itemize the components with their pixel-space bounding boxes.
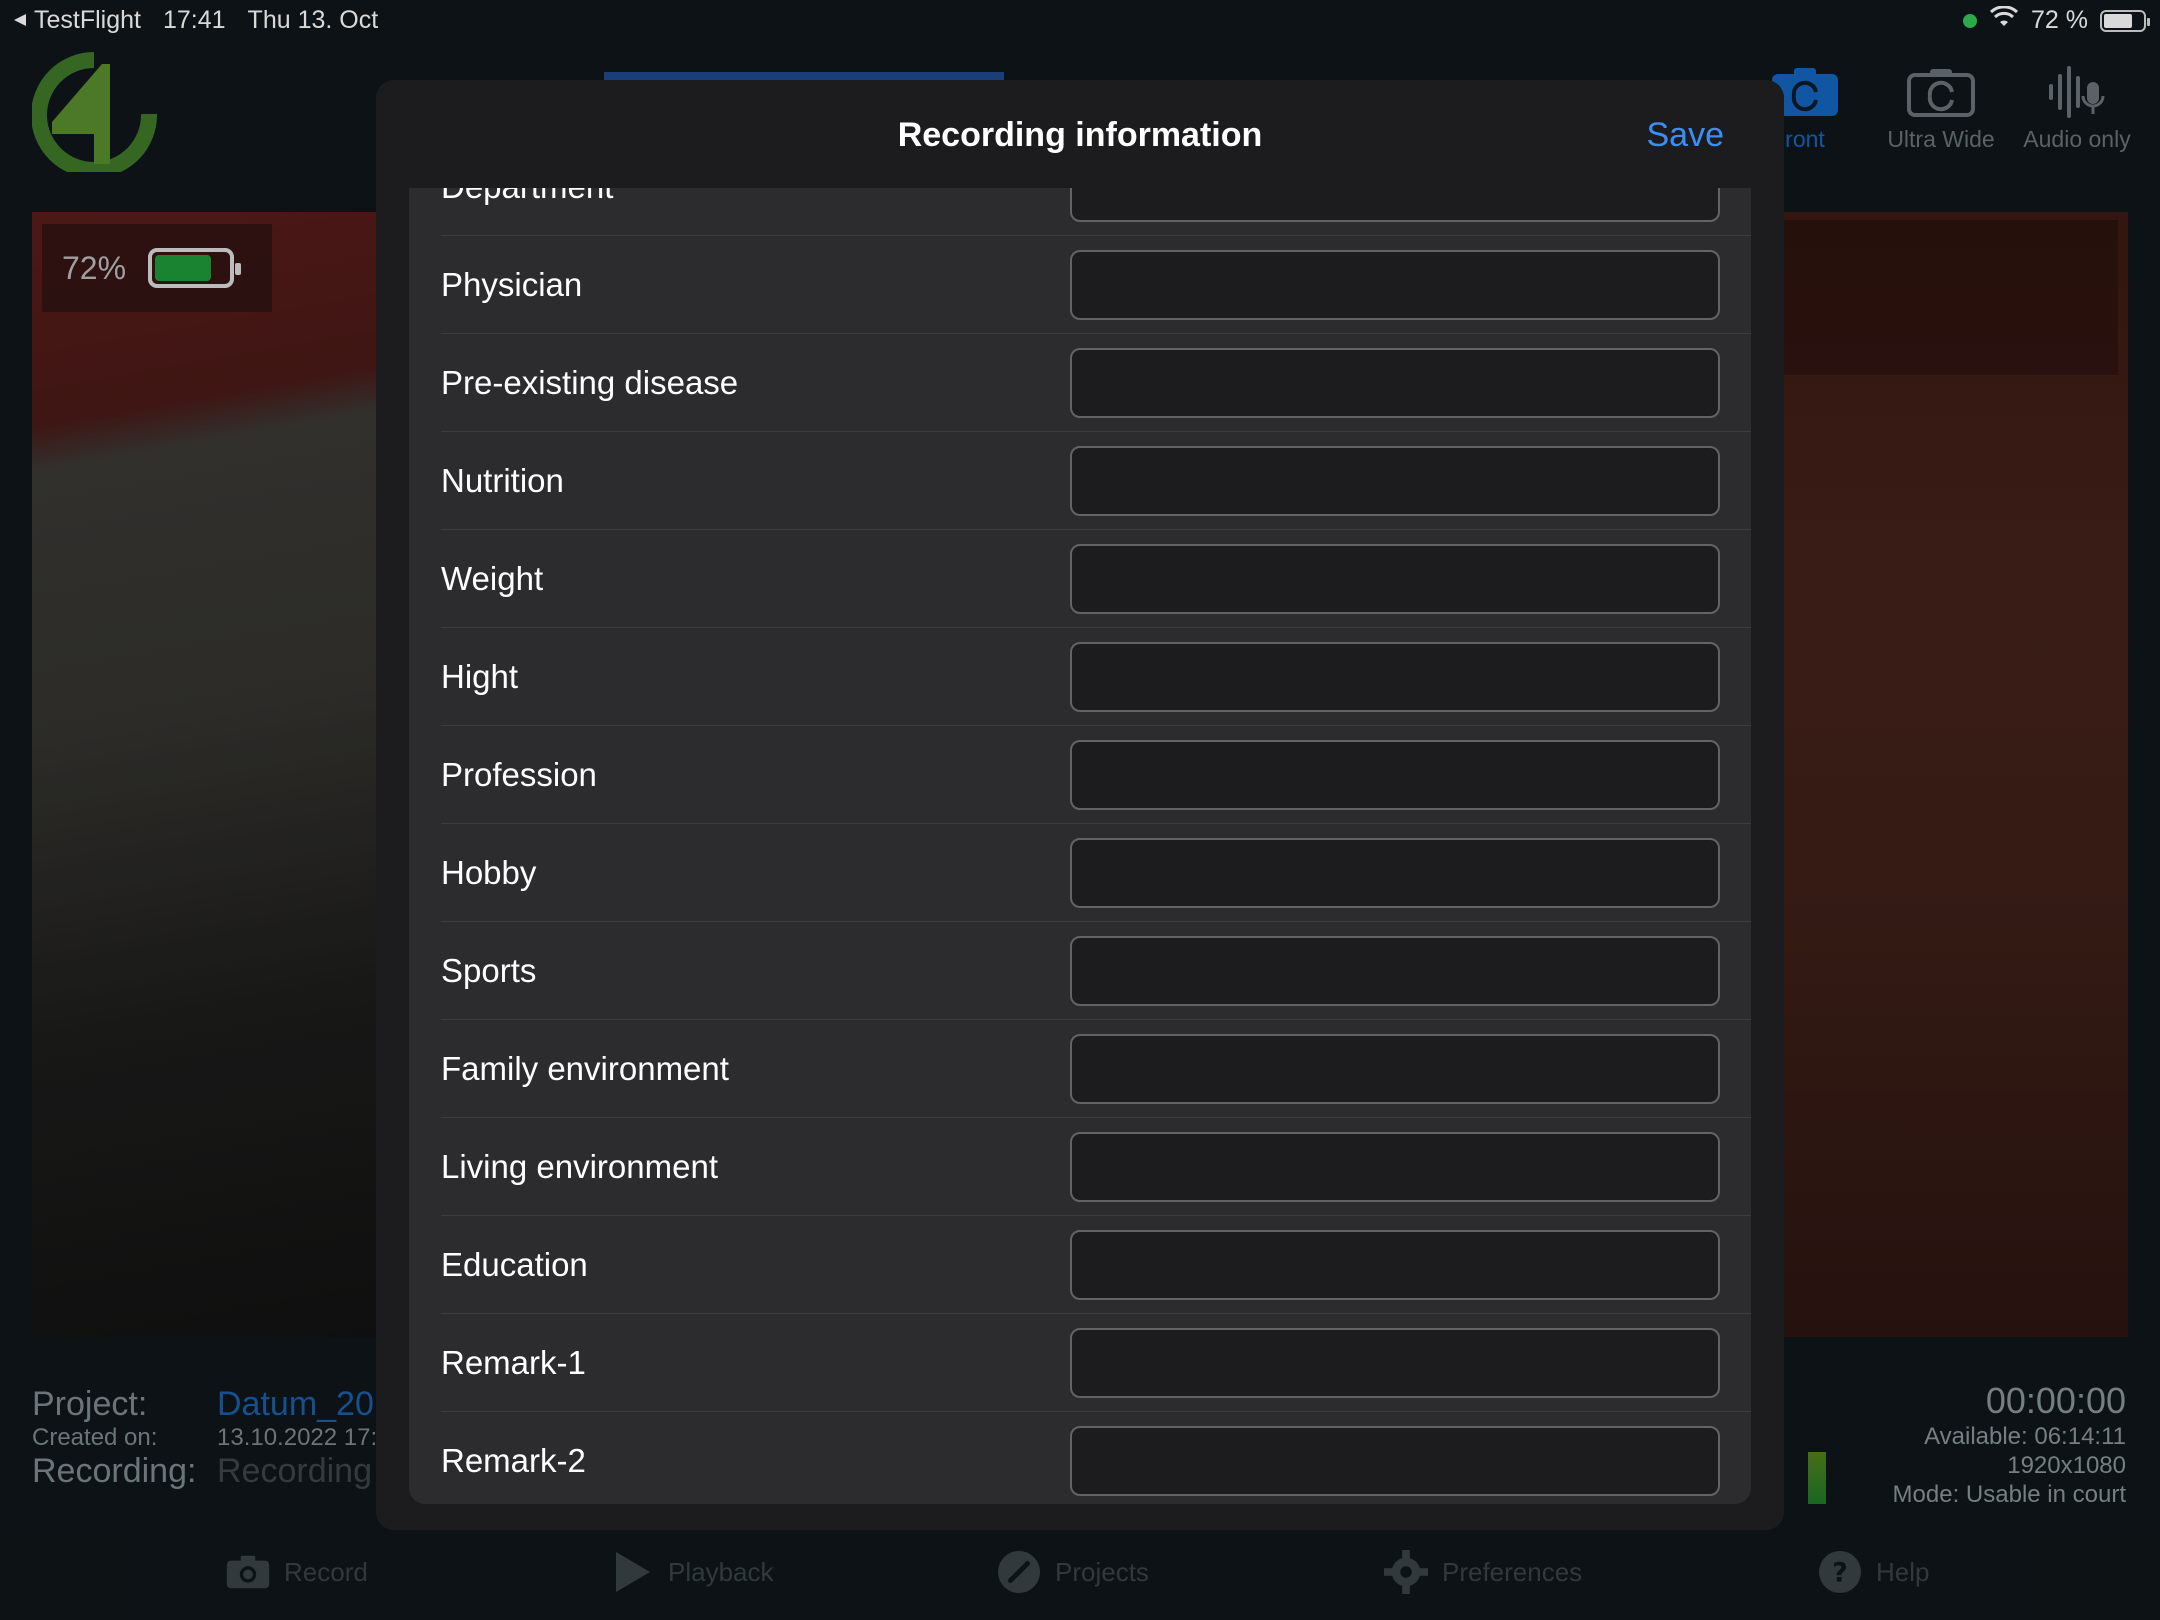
field-label-weight: Weight — [441, 560, 544, 597]
field-input-family-environment[interactable] — [1070, 1034, 1720, 1104]
field-input-physician[interactable] — [1070, 250, 1720, 320]
field-label-profession: Profession — [441, 756, 597, 793]
field-input-education[interactable] — [1070, 1230, 1720, 1300]
field-label-sports: Sports — [441, 952, 537, 989]
field-input-living-environment[interactable] — [1070, 1132, 1720, 1202]
save-button[interactable]: Save — [1647, 116, 1725, 155]
field-input-remark-2[interactable] — [1070, 1426, 1720, 1496]
field-label-hobby: Hobby — [441, 854, 537, 891]
form-row-physician: Physician — [409, 236, 1751, 334]
form-row-living-environment: Living environment — [409, 1118, 1751, 1216]
field-label-department: Department — [441, 188, 613, 236]
field-label-family-environment: Family environment — [441, 1050, 729, 1087]
field-input-pre-existing-disease[interactable] — [1070, 348, 1720, 418]
field-label-education: Education — [441, 1246, 588, 1283]
form-list: Department Physician Pre-existing disease N… — [409, 188, 1751, 1504]
form-row-hight: Hight — [409, 628, 1751, 726]
field-label-nutrition: Nutrition — [441, 462, 564, 499]
field-input-department[interactable] — [1070, 188, 1720, 222]
field-label-remark-2: Remark-2 — [441, 1442, 586, 1479]
form-row-education: Education — [409, 1216, 1751, 1314]
modal-title: Recording information — [897, 116, 1263, 154]
form-row-hobby: Hobby — [409, 824, 1751, 922]
recording-information-modal: Recording information Save Department Phy… — [376, 80, 1784, 1530]
field-label-remark-1: Remark-1 — [441, 1344, 586, 1381]
form-row-remark-1: Remark-1 — [409, 1314, 1751, 1412]
field-label-living-environment: Living environment — [441, 1148, 718, 1185]
form-row-pre-existing-disease: Pre-existing disease — [409, 334, 1751, 432]
form-row-weight: Weight — [409, 530, 1751, 628]
field-input-hobby[interactable] — [1070, 838, 1720, 908]
field-input-remark-1[interactable] — [1070, 1328, 1720, 1398]
form-row-remark-2: Remark-2 — [409, 1412, 1751, 1504]
form-row-sports: Sports — [409, 922, 1751, 1020]
form-card: Department Physician Pre-existing disease N… — [409, 188, 1751, 1504]
field-input-profession[interactable] — [1070, 740, 1720, 810]
form-row-department: Department — [409, 188, 1751, 236]
modal-header: Recording information Save — [376, 80, 1784, 188]
field-label-hight: Hight — [441, 658, 519, 695]
field-label-pre-existing-disease: Pre-existing disease — [441, 364, 739, 401]
field-label-physician: Physician — [441, 266, 583, 303]
field-input-nutrition[interactable] — [1070, 446, 1720, 516]
field-input-weight[interactable] — [1070, 544, 1720, 614]
form-row-family-environment: Family environment — [409, 1020, 1751, 1118]
field-input-sports[interactable] — [1070, 936, 1720, 1006]
field-input-hight[interactable] — [1070, 642, 1720, 712]
form-row-profession: Profession — [409, 726, 1751, 824]
form-row-nutrition: Nutrition — [409, 432, 1751, 530]
